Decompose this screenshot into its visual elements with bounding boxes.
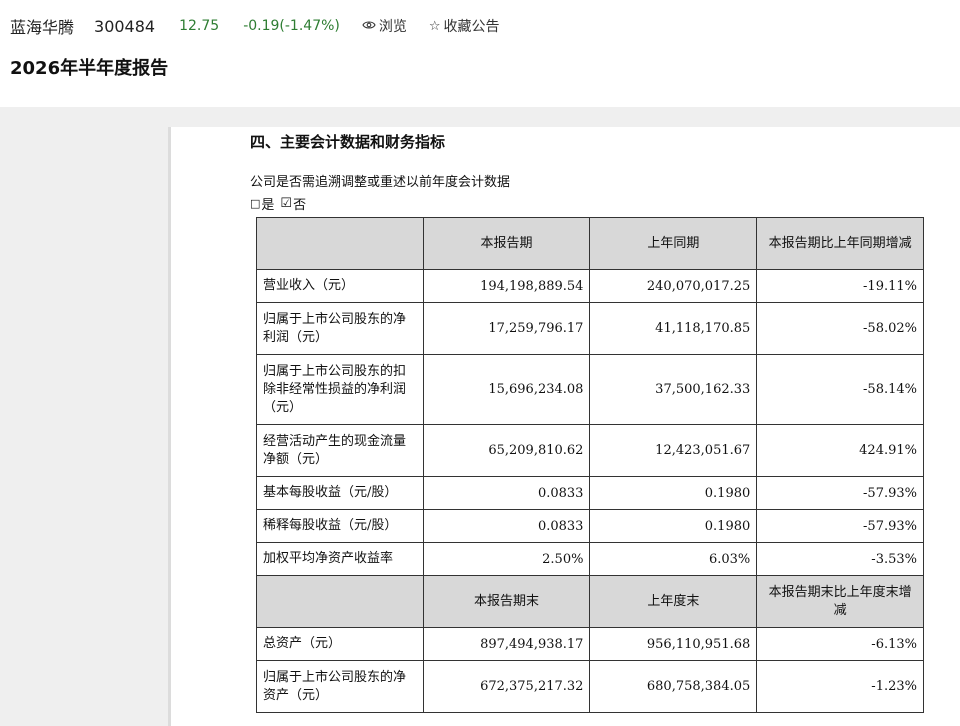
column-header: 本报告期末	[422, 575, 591, 628]
cell-value: 65,209,810.62	[422, 424, 591, 477]
favorite-button[interactable]: ☆ 收藏公告	[429, 16, 500, 36]
stock-change: -0.19(-1.47%)	[243, 18, 340, 34]
table-row: 加权平均净资产收益率 2.50% 6.03% -3.53%	[256, 542, 924, 576]
cell-value: -19.11%	[756, 269, 924, 303]
table-row: 营业收入（元） 194,198,889.54 240,070,017.25 -19.1…	[256, 269, 924, 303]
cell-value: 2.50%	[422, 542, 591, 576]
cell-value: -6.13%	[756, 627, 924, 661]
row-label: 总资产（元）	[256, 627, 424, 661]
row-label: 归属于上市公司股东的净资产（元）	[256, 660, 424, 713]
cell-value: 37,500,162.33	[589, 354, 758, 425]
viewer-left-gutter	[0, 127, 168, 726]
table-row: 稀释每股收益（元/股） 0.0833 0.1980 -57.93%	[256, 509, 924, 543]
table-row: 经营活动产生的现金流量净额（元） 65,209,810.62 12,423,051.…	[256, 424, 924, 477]
cell-value: 0.1980	[589, 476, 758, 510]
restatement-question: 公司是否需追溯调整或重述以前年度会计数据	[250, 175, 511, 190]
financial-indicators-table: 本报告期 上年同期 本报告期比上年同期增减 营业收入（元） 194,198,889.54…	[256, 217, 924, 713]
cell-value: -57.93%	[756, 476, 924, 510]
stock-price: 12.75	[179, 18, 220, 34]
cell-value: 424.91%	[756, 424, 924, 477]
cell-value: 897,494,938.17	[422, 627, 591, 661]
row-label: 稀释每股收益（元/股）	[256, 509, 424, 543]
row-label: 归属于上市公司股东的扣除非经常性损益的净利润（元）	[256, 354, 424, 425]
cell-value: 956,110,951.68	[589, 627, 758, 661]
cell-value: 17,259,796.17	[422, 302, 591, 355]
row-label: 加权平均净资产收益率	[256, 542, 424, 576]
table-row: 归属于上市公司股东的净利润（元） 17,259,796.17 41,118,170.…	[256, 302, 924, 355]
cell-value: 672,375,217.32	[422, 660, 591, 713]
cell-value: 240,070,017.25	[589, 269, 758, 303]
stock-name[interactable]: 蓝海华腾	[10, 14, 74, 38]
table-header-row: 本报告期末 上年度末 本报告期末比上年度末增减	[256, 575, 924, 628]
stock-header: 蓝海华腾 300484 12.75 -0.19(-1.47%) 浏览 ☆ 收藏公…	[10, 13, 500, 39]
table-row: 基本每股收益（元/股） 0.0833 0.1980 -57.93%	[256, 476, 924, 510]
row-label: 经营活动产生的现金流量净额（元）	[256, 424, 424, 477]
cell-value: 0.0833	[422, 476, 591, 510]
stock-code[interactable]: 300484	[94, 17, 155, 36]
cell-value: 680,758,384.05	[589, 660, 758, 713]
cell-value: 12,423,051.67	[589, 424, 758, 477]
checked-box-icon: ☑	[280, 196, 293, 211]
column-header	[256, 217, 424, 270]
cell-value: -1.23%	[756, 660, 924, 713]
table-row: 归属于上市公司股东的净资产（元） 672,375,217.32 680,758,38…	[256, 660, 924, 713]
restatement-answer: □ 是 ☑ 否	[250, 194, 306, 213]
column-header: 本报告期	[422, 217, 591, 270]
column-header: 上年度末	[589, 575, 758, 628]
cell-value: -3.53%	[756, 542, 924, 576]
table-header-row: 本报告期 上年同期 本报告期比上年同期增减	[256, 217, 924, 270]
browse-label: 浏览	[378, 19, 407, 35]
section-heading: 四、主要会计数据和财务指标	[250, 133, 446, 151]
column-header	[256, 575, 424, 628]
eye-icon	[362, 19, 376, 34]
row-label: 营业收入（元）	[256, 269, 424, 303]
row-label: 基本每股收益（元/股）	[256, 476, 424, 510]
cell-value: -58.14%	[756, 354, 924, 425]
cell-value: 6.03%	[589, 542, 758, 576]
browse-button[interactable]: 浏览	[362, 16, 407, 36]
cell-value: 15,696,234.08	[422, 354, 591, 425]
favorite-label: 收藏公告	[443, 19, 500, 35]
option-yes-label: 是	[261, 198, 275, 213]
document-title: 2026年半年度报告	[10, 58, 169, 79]
cell-value: -58.02%	[756, 302, 924, 355]
cell-value: 0.0833	[422, 509, 591, 543]
table-row: 归属于上市公司股东的扣除非经常性损益的净利润（元） 15,696,234.08 37…	[256, 354, 924, 425]
table-row: 总资产（元） 897,494,938.17 956,110,951.68 -6.13%	[256, 627, 924, 661]
viewer-top-gutter	[0, 107, 960, 127]
column-header: 本报告期比上年同期增减	[756, 217, 924, 270]
row-label: 归属于上市公司股东的净利润（元）	[256, 302, 424, 355]
star-outline-icon: ☆	[428, 18, 441, 34]
option-no-label: 否	[293, 198, 307, 213]
cell-value: 0.1980	[589, 509, 758, 543]
cell-value: -57.93%	[756, 509, 924, 543]
column-header: 本报告期末比上年度末增减	[756, 575, 924, 628]
document-page: 四、主要会计数据和财务指标 公司是否需追溯调整或重述以前年度会计数据 □ 是 ☑…	[171, 127, 960, 726]
column-header: 上年同期	[589, 217, 758, 270]
cell-value: 194,198,889.54	[422, 269, 591, 303]
cell-value: 41,118,170.85	[589, 302, 758, 355]
unchecked-box-icon: □	[250, 197, 261, 210]
